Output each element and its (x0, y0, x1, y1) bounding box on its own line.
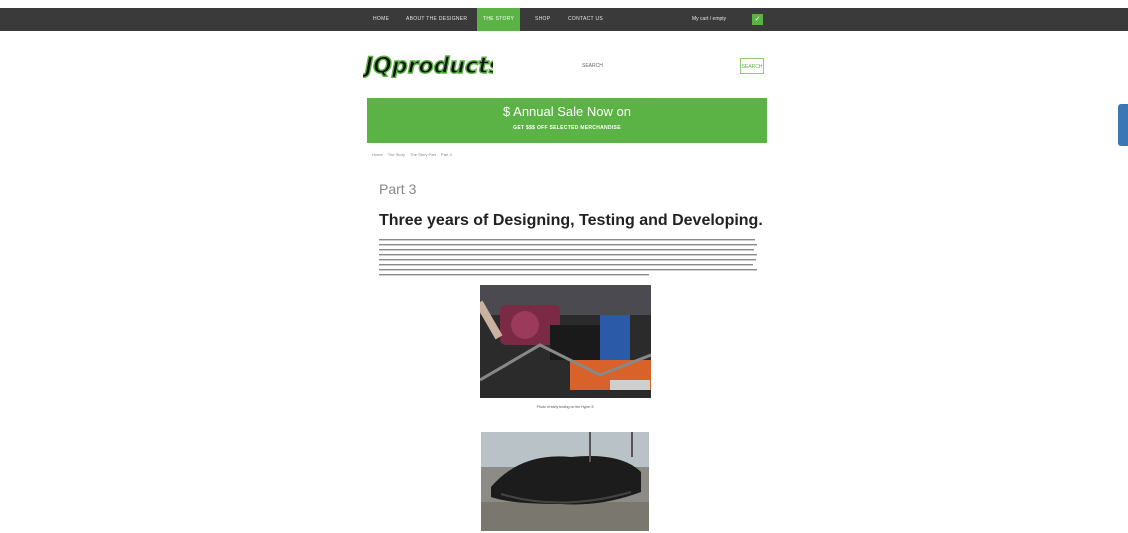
cart-icon[interactable]: ✓ (752, 14, 763, 25)
breadcrumb-item: Part 3 (441, 152, 452, 157)
banner-subtitle: GET $$$ OFF SELECTED MERCHANDISE (513, 125, 621, 131)
feedback-tab[interactable]: Feedback (1110, 104, 1128, 146)
article-body (379, 238, 757, 280)
rc-car-body-photo (481, 432, 649, 531)
article-title: Three years of Designing, Testing and De… (379, 212, 763, 229)
search-input[interactable] (600, 58, 736, 76)
breadcrumb-item[interactable]: The Story (388, 152, 405, 157)
feedback-label: Feedback (1110, 113, 1116, 132)
site-logo[interactable]: JQproducts (363, 52, 493, 78)
nav-home[interactable]: HOME (373, 8, 389, 31)
nav-about-the-designer[interactable]: ABOUT THE DESIGNER (406, 8, 467, 31)
logo-text: JQproducts (363, 54, 493, 78)
nav-the-story[interactable]: THE STORY (477, 8, 521, 31)
top-nav-bar: HOME ABOUT THE DESIGNER THE STORY SHOP C… (0, 8, 1128, 31)
breadcrumb-item[interactable]: Home (372, 152, 383, 157)
nav-shop[interactable]: SHOP (535, 8, 550, 31)
photo-caption: Photo of early testing on the Hyper 8 (536, 405, 594, 409)
nav-contact-us[interactable]: CONTACT US (568, 8, 603, 31)
rc-car-chassis-photo (480, 285, 651, 398)
breadcrumb-item[interactable]: The Story Part (410, 152, 436, 157)
sale-banner[interactable]: $ Annual Sale Now on GET $$$ OFF SELECTE… (367, 98, 767, 143)
cart-link[interactable]: My cart / empty (692, 8, 726, 31)
banner-title: $ Annual Sale Now on (503, 104, 631, 119)
article-body-lines (379, 239, 757, 276)
breadcrumb: Home The Story The Story Part Part 3 (372, 152, 456, 157)
search-button[interactable]: SEARCH (740, 58, 764, 74)
part-heading: Part 3 (379, 181, 417, 197)
